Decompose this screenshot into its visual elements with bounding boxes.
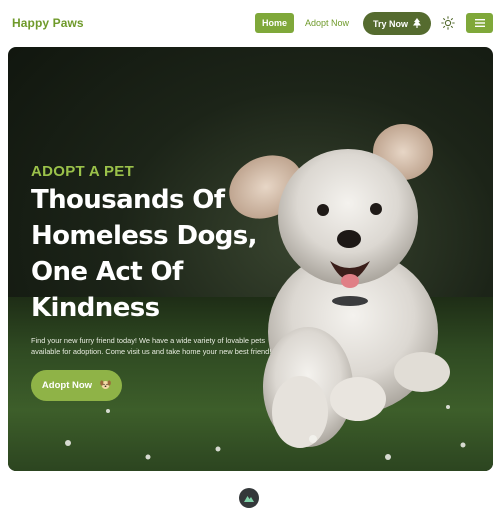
headline-line: Kindness — [31, 293, 160, 323]
hamburger-menu-button[interactable] — [466, 13, 493, 33]
headline-line: Thousands Of — [31, 185, 225, 215]
hamburger-menu-icon — [474, 14, 485, 32]
nav-adopt-link[interactable]: Adopt Now — [305, 13, 349, 33]
mountain-logo-icon[interactable] — [239, 488, 259, 508]
hero-description: Find your new furry friend today! We hav… — [31, 335, 321, 357]
tree-icon — [413, 17, 421, 30]
try-now-button[interactable]: Try Now — [363, 12, 431, 35]
dog-face-icon — [100, 379, 111, 393]
sun-icon[interactable] — [441, 16, 455, 30]
description-line: available for adoption. Come visit us an… — [31, 347, 272, 356]
headline-line: Homeless Dogs, — [31, 221, 258, 251]
nav-home-button[interactable]: Home — [255, 13, 294, 33]
hero-headline: Thousands Of Homeless Dogs, One Act Of K… — [31, 182, 331, 326]
navbar: Happy Paws Home Adopt Now Try Now — [0, 0, 501, 46]
try-now-label: Try Now — [372, 18, 408, 29]
headline-line: One Act Of — [31, 257, 183, 287]
description-line: Find your new furry friend today! We hav… — [31, 336, 266, 345]
hero-kicker: ADOPT A PET — [31, 163, 135, 180]
adopt-now-label: Adopt Now — [41, 380, 93, 391]
adopt-now-button[interactable]: Adopt Now — [31, 370, 122, 401]
brand-logo-text[interactable]: Happy Paws — [12, 16, 84, 30]
hero-banner: ADOPT A PET Thousands Of Homeless Dogs, … — [8, 47, 493, 471]
